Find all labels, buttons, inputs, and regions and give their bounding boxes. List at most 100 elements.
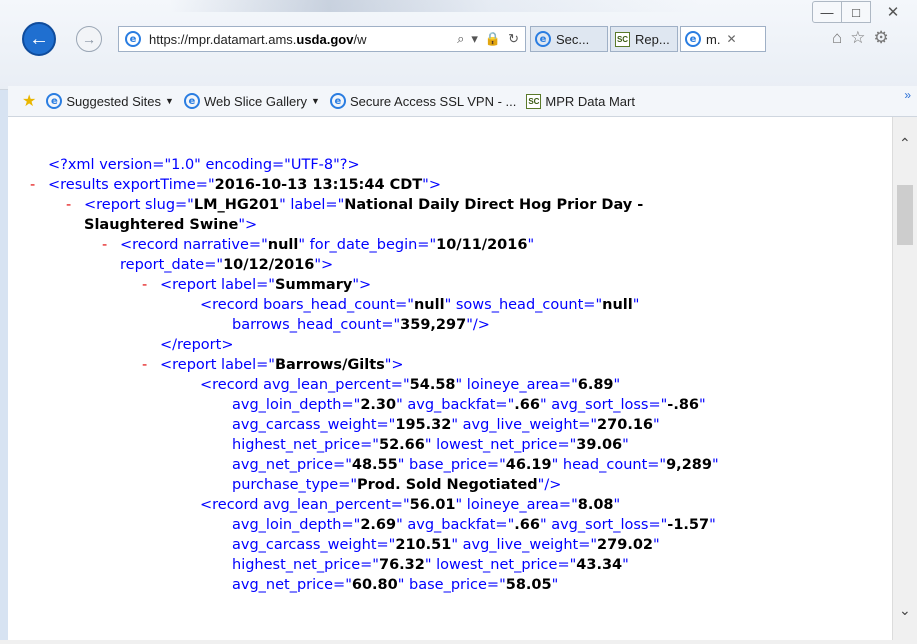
xml-markup: " [622,437,629,453]
minimize-button[interactable]: — [812,1,842,23]
url-text[interactable]: https://mpr.datamart.ams.usda.gov/w [149,32,444,47]
close-window-button[interactable]: ✕ [878,1,908,23]
maximize-button[interactable]: □ [841,1,871,23]
xml-markup: "> [314,257,334,273]
xml-line: <?xml version="1.0" encoding="UTF-8"?> [48,155,360,175]
xml-attribute-value: 56.01 [409,497,456,513]
xml-markup: " lowest_net_price=" [424,557,577,573]
tab-label: Sec... [556,31,590,47]
xml-line: highest_net_price="52.66" lowest_net_pri… [232,435,629,455]
xml-markup: <record narrative=" [120,237,268,253]
chevron-down-icon: ▼ [165,96,174,106]
back-arrow-icon: ← [29,27,49,50]
collapse-toggle[interactable]: - [66,195,71,215]
xml-markup: highest_net_price=" [232,437,379,453]
home-icon[interactable]: ⌂ [832,28,842,48]
fav-suggested-sites[interactable]: e Suggested Sites ▼ [46,93,174,109]
toolbar-icons: ⌂ ☆ ⚙ [832,28,889,48]
scroll-up-icon[interactable]: ⌃ [899,135,911,152]
tab-secure-access[interactable]: e Sec... [530,26,608,52]
tab-active[interactable]: e m. ✕ [680,26,766,52]
xml-markup: " sows_head_count=" [444,297,603,313]
xml-markup: avg_net_price=" [232,457,352,473]
fav-web-slice-gallery[interactable]: e Web Slice Gallery ▼ [183,93,320,109]
collapse-toggle[interactable]: - [30,175,35,195]
xml-markup: <record boars_head_count=" [200,297,414,313]
xml-markup: " [653,537,660,553]
collapse-toggle[interactable]: - [142,355,147,375]
xml-markup: " avg_sort_loss=" [539,397,668,413]
xml-line: barrows_head_count="359,297"/> [232,315,490,335]
xml-attribute-value: Prod. Sold Negotiated [357,477,538,493]
back-button[interactable]: ← [22,22,56,56]
xml-markup: "> [384,357,404,373]
ie-page-icon: e [125,31,141,47]
xml-attribute-value: 8.08 [577,497,614,513]
xml-attribute-value: -.86 [667,397,700,413]
xml-line: <record boars_head_count=" null" sows_hea… [200,295,639,315]
xml-attribute-value: null [602,297,633,313]
xml-attribute-value: .66 [514,397,540,413]
scroll-thumb[interactable] [897,185,913,245]
xml-markup: " [632,297,640,313]
xml-markup: " loineye_area=" [455,497,578,513]
xml-attribute-value: 76.32 [378,557,425,573]
refresh-icon[interactable]: ↻ [508,31,519,47]
xml-markup: "> [238,217,258,233]
xml-attribute-value: 54.58 [409,377,456,393]
xml-markup: "> [422,177,441,193]
window-bottom-edge [0,640,917,644]
xml-line: - <results exportTime="2016-10-13 13:15:4… [30,175,441,195]
xml-line: avg_carcass_weight="210.51" avg_live_wei… [232,535,660,555]
xml-markup: " head_count=" [551,457,667,473]
xml-markup: <report slug=" [84,197,194,213]
xml-markup: "/> [537,477,562,493]
mpr-fav-icon: SC [526,93,542,109]
forward-button[interactable]: → [76,26,102,52]
xml-markup: avg_net_price=" [232,577,352,593]
fav-mpr-data-mart[interactable]: SC MPR Data Mart [526,93,635,109]
xml-attribute-value: LM_HG201 [193,197,280,213]
xml-attribute-value: 6.89 [577,377,614,393]
tab-close-icon[interactable]: ✕ [726,32,736,46]
xml-line: avg_loin_depth="2.30" avg_backfat=".66" … [232,395,706,415]
favorites-icon[interactable]: ☆ [850,28,865,48]
xml-markup: <results exportTime=" [48,177,215,193]
xml-markup: avg_carcass_weight=" [232,417,396,433]
xml-markup: " avg_live_weight=" [451,537,598,553]
address-bar[interactable]: e https://mpr.datamart.ams.usda.gov/w ⌕ … [118,26,526,52]
ie-tab-icon: e [535,31,551,47]
fav-secure-access-vpn[interactable]: e Secure Access SSL VPN - ... [329,93,516,109]
lock-icon[interactable]: 🔒 [485,31,501,47]
titlebar-decoration [170,0,700,12]
tab-report[interactable]: SC Rep... [610,26,678,52]
collapse-toggle[interactable]: - [102,235,107,255]
xml-line: - <report label="Summary"> [142,275,371,295]
xml-attribute-value: 2.30 [360,397,397,413]
ie-fav-icon: e [329,93,346,109]
xml-markup: " [709,517,716,533]
xml-markup: " base_price=" [397,577,506,593]
xml-attribute-value: 279.02 [597,537,654,553]
xml-attribute-value: 39.06 [576,437,623,453]
scroll-down-icon[interactable]: ⌄ [899,602,911,619]
favorites-overflow-button[interactable]: » [904,88,911,102]
xml-markup: " [551,577,559,593]
xml-markup: " base_price=" [397,457,506,473]
settings-icon[interactable]: ⚙ [874,28,889,48]
vertical-scrollbar[interactable]: ⌃ ⌄ [892,117,917,644]
search-icon[interactable]: ⌕ [457,31,464,47]
xml-attribute-value: 48.55 [351,457,398,473]
xml-attribute-value: 359,297 [400,317,467,333]
xml-attribute-value: 270.16 [597,417,654,433]
dropdown-icon[interactable]: ▾ [471,31,478,47]
xml-markup: avg_loin_depth=" [232,397,361,413]
add-favorites-star-icon[interactable]: ★ [22,91,36,111]
xml-line: avg_net_price="48.55" base_price="46.19"… [232,455,719,475]
tab-label: Rep... [635,31,670,47]
xml-markup: " lowest_net_price=" [424,437,577,453]
xml-line: report_date="10/12/2016"> [120,255,333,275]
xml-line: avg_net_price="60.80" base_price="58.05" [232,575,558,595]
collapse-toggle[interactable]: - [142,275,147,295]
xml-line: avg_loin_depth="2.69" avg_backfat=".66" … [232,515,716,535]
